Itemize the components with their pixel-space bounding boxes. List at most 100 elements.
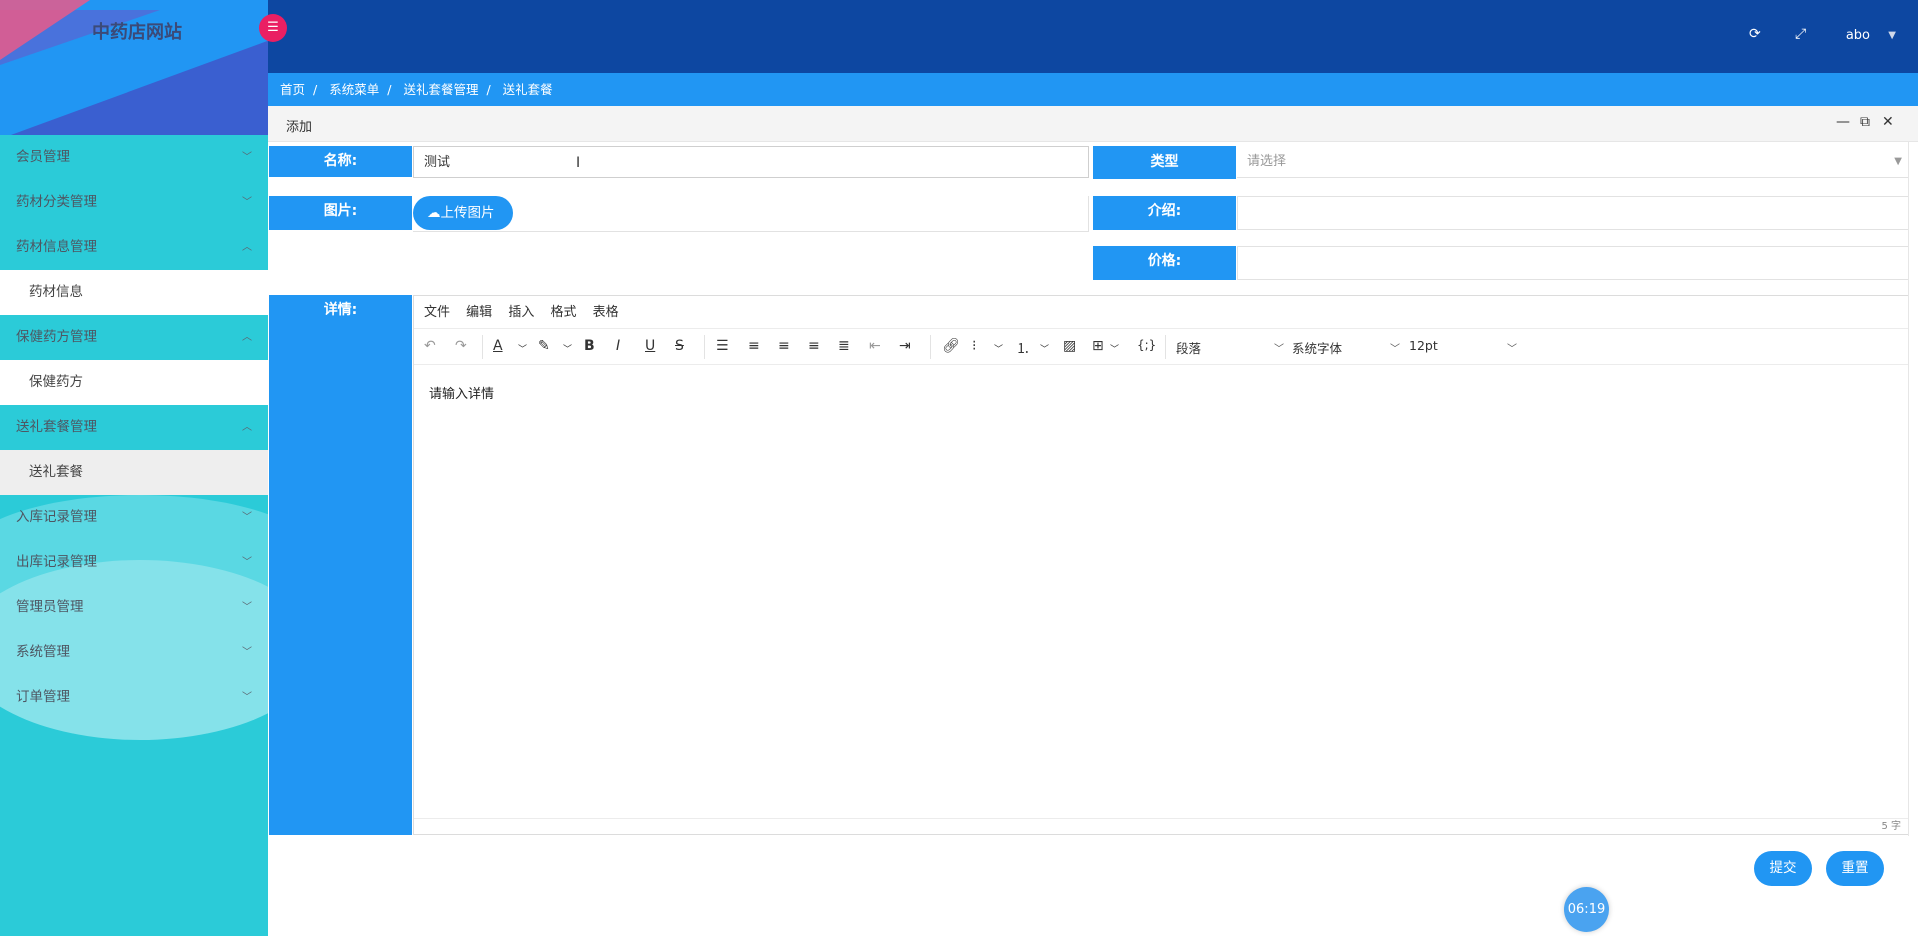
- breadcrumb-gift-management[interactable]: 送礼套餐管理: [403, 82, 478, 97]
- caret-down-icon[interactable]: ▼: [1888, 30, 1896, 41]
- strikethrough-icon[interactable]: S: [675, 338, 684, 354]
- name-input-value: 测试: [424, 155, 451, 170]
- breadcrumb: 首页 / 系统菜单 / 送礼套餐管理 / 送礼套餐: [268, 73, 1918, 106]
- menu-toggle-button[interactable]: ☰: [259, 14, 287, 42]
- outdent-icon[interactable]: ⇤: [869, 338, 881, 354]
- name-label: 名称:: [269, 146, 412, 177]
- panel-header: 添加 — ⧉ ✕: [268, 106, 1918, 142]
- align-left-icon[interactable]: ≡: [748, 338, 760, 354]
- fullscreen-icon[interactable]: ⤢: [1795, 26, 1806, 42]
- chevron-down-icon: ﹀: [1507, 344, 1517, 355]
- chevron-down-icon[interactable]: ﹀: [1040, 342, 1049, 355]
- chevron-down-icon: ﹀: [242, 197, 252, 208]
- sidebar-subitem-herb-info[interactable]: 药材信息: [0, 270, 268, 315]
- sidebar-item-orders[interactable]: 订单管理 ﹀: [0, 675, 268, 720]
- chevron-down-icon[interactable]: ﹀: [994, 342, 1003, 355]
- table-icon[interactable]: ⊞: [1092, 338, 1104, 354]
- italic-icon[interactable]: I: [616, 338, 620, 354]
- sidebar-subitem-health-recipes[interactable]: 保健药方: [0, 360, 268, 405]
- sidebar-item-label: 会员管理: [16, 149, 70, 165]
- logo-area: 中药店网站: [0, 0, 268, 135]
- align-justify-icon[interactable]: ≣: [838, 338, 850, 354]
- submit-button[interactable]: 提交: [1754, 851, 1812, 886]
- link-icon[interactable]: 🔗︎: [942, 338, 960, 354]
- editor-menu-edit[interactable]: 编辑: [466, 305, 492, 320]
- sidebar-item-label: 药材分类管理: [16, 194, 97, 210]
- type-label: 类型: [1093, 146, 1236, 179]
- numbered-list-icon[interactable]: ⒈: [1016, 338, 1030, 358]
- font-family-value: 系统字体: [1292, 341, 1343, 356]
- user-menu[interactable]: abo: [1846, 28, 1870, 43]
- sidebar-item-gift-packages[interactable]: 送礼套餐管理 ︿: [0, 405, 268, 450]
- align-center-icon[interactable]: ≡: [778, 338, 790, 354]
- sidebar-item-admins[interactable]: 管理员管理 ﹀: [0, 585, 268, 630]
- sidebar-item-health-recipes[interactable]: 保健药方管理 ︿: [0, 315, 268, 360]
- sidebar-item-herb-info[interactable]: 药材信息管理 ︿: [0, 225, 268, 270]
- code-icon[interactable]: {;}: [1137, 338, 1156, 352]
- sidebar-item-stock-out[interactable]: 出库记录管理 ﹀: [0, 540, 268, 585]
- sidebar-item-herb-categories[interactable]: 药材分类管理 ﹀: [0, 180, 268, 225]
- highlight-color-icon[interactable]: ✎: [538, 338, 550, 354]
- refresh-icon[interactable]: ⟳: [1749, 26, 1761, 42]
- font-size-select[interactable]: 12pt ﹀: [1409, 338, 1517, 355]
- breadcrumb-system-menu[interactable]: 系统菜单: [329, 82, 379, 97]
- redo-icon[interactable]: ↷: [455, 338, 467, 354]
- upload-image-button[interactable]: ☁上传图片: [413, 196, 513, 230]
- sidebar-item-members[interactable]: 会员管理 ﹀: [0, 135, 268, 180]
- chevron-up-icon: ︿: [242, 242, 252, 253]
- chevron-down-icon[interactable]: ﹀: [563, 342, 572, 355]
- price-input[interactable]: [1237, 246, 1910, 280]
- align-right-icon[interactable]: ≡: [808, 338, 820, 354]
- image-label: 图片:: [269, 196, 412, 230]
- reset-button[interactable]: 重置: [1826, 851, 1884, 886]
- sidebar-subitem-gift-packages[interactable]: 送礼套餐: [0, 450, 268, 495]
- close-icon[interactable]: ✕: [1882, 114, 1894, 130]
- rich-text-editor[interactable]: 文件 编辑 插入 格式 表格 ↶ ↷ A ﹀ ✎ ﹀ B I U S ☰ ≡ ≡…: [413, 295, 1910, 835]
- chevron-down-icon: ﹀: [1390, 344, 1400, 355]
- caret-down-icon: ▼: [1894, 156, 1902, 167]
- editor-menu-insert[interactable]: 插入: [508, 305, 534, 320]
- indent-icon[interactable]: ⇥: [899, 338, 911, 354]
- chevron-down-icon: ﹀: [242, 602, 252, 613]
- topbar: ⟳ ⤢ abo ▼: [268, 0, 1918, 73]
- chevron-down-icon: ﹀: [242, 647, 252, 658]
- sidebar-item-label: 系统管理: [16, 644, 70, 660]
- price-label: 价格:: [1093, 246, 1236, 280]
- maximize-icon[interactable]: ⧉: [1860, 114, 1870, 130]
- sidebar-item-stock-in[interactable]: 入库记录管理 ﹀: [0, 495, 268, 540]
- chevron-down-icon: ﹀: [1274, 344, 1284, 355]
- name-input[interactable]: 测试 Ⅰ: [413, 146, 1089, 178]
- intro-input[interactable]: [1237, 196, 1910, 230]
- breadcrumb-home[interactable]: 首页: [280, 82, 305, 97]
- minimize-icon[interactable]: —: [1836, 114, 1850, 130]
- chevron-down-icon: ﹀: [242, 152, 252, 163]
- intro-label: 介绍:: [1093, 196, 1236, 230]
- sidebar: 中药店网站 会员管理 ﹀ 药材分类管理 ﹀ 药材信息管理 ︿ 药材信息 保健药方管理 ︿…: [0, 0, 268, 936]
- upload-label: 上传图片: [440, 205, 495, 221]
- editor-menu-format[interactable]: 格式: [550, 305, 576, 320]
- underline-icon[interactable]: U: [645, 338, 655, 354]
- bold-icon[interactable]: B: [584, 338, 595, 354]
- editor-menu-table[interactable]: 表格: [593, 305, 619, 320]
- block-format-select[interactable]: 段落 ﹀: [1176, 338, 1284, 357]
- type-select[interactable]: 请选择 ▼: [1237, 146, 1910, 178]
- sidebar-item-label: 保健药方管理: [16, 329, 97, 345]
- bullet-list-icon[interactable]: ⁝: [972, 338, 976, 354]
- chevron-down-icon[interactable]: ﹀: [518, 342, 527, 355]
- sidebar-item-system[interactable]: 系统管理 ﹀: [0, 630, 268, 675]
- undo-icon[interactable]: ↶: [424, 338, 436, 354]
- scrollbar[interactable]: [1908, 142, 1918, 836]
- line-height-icon[interactable]: ☰: [716, 338, 729, 354]
- editor-menubar: 文件 编辑 插入 格式 表格: [414, 296, 1909, 329]
- font-family-select[interactable]: 系统字体 ﹀: [1292, 338, 1400, 357]
- editor-menu-file[interactable]: 文件: [424, 305, 450, 320]
- sidebar-item-label: 入库记录管理: [16, 509, 97, 525]
- editor-toolbar: ↶ ↷ A ﹀ ✎ ﹀ B I U S ☰ ≡ ≡ ≡ ≣ ⇤ ⇥ 🔗︎ ⁝ ﹀…: [414, 329, 1909, 365]
- editor-content[interactable]: 请输入详情: [414, 365, 1909, 420]
- panel-title: 添加: [286, 120, 313, 135]
- chevron-down-icon: ﹀: [242, 557, 252, 568]
- image-icon[interactable]: ▨: [1063, 338, 1076, 354]
- chevron-down-icon[interactable]: ﹀: [1110, 342, 1119, 355]
- text-color-icon[interactable]: A: [493, 338, 503, 354]
- chevron-down-icon: ﹀: [242, 512, 252, 523]
